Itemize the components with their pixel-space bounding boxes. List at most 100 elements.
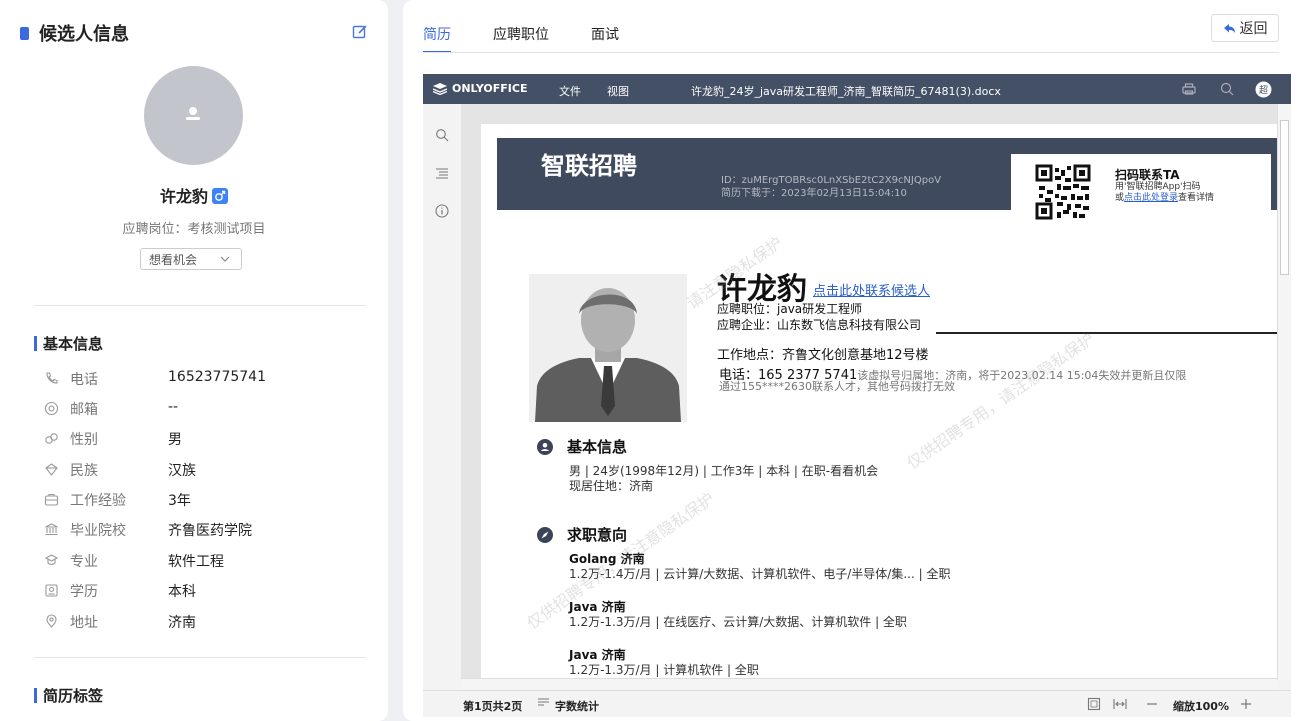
field-value: 3年 — [168, 493, 191, 509]
tab-interview[interactable]: 面试 — [591, 24, 619, 44]
menu-view[interactable]: 视图 — [607, 83, 629, 99]
viewer-sidebar — [423, 104, 461, 694]
search-icon[interactable] — [435, 128, 449, 142]
scan-after: 查看详情 — [1178, 193, 1215, 203]
phone-icon — [46, 372, 58, 384]
zoom-in-icon[interactable] — [1239, 697, 1253, 711]
zoom-out-icon[interactable] — [1145, 697, 1159, 711]
resume-intent-label: 求职意向 — [567, 526, 628, 544]
back-button[interactable]: 返回 — [1211, 14, 1279, 42]
title-marker — [20, 26, 29, 40]
field-ethnicity: 民族 汉族 — [44, 460, 364, 480]
chevron-down-icon — [220, 256, 230, 262]
intent-detail: 1.2万-1.4万/月 | 云计算/大数据、计算机软件、电子/半导体/集... … — [569, 567, 951, 581]
degree-icon — [45, 584, 58, 597]
avatar — [144, 66, 243, 165]
field-address: 地址 济南 — [44, 612, 364, 632]
resume-id: ID：zuMErgTOBRsc0LnXSbE2tC2X9cNJQpoV 简历下载… — [721, 174, 941, 200]
field-major: 专业 软件工程 — [44, 551, 364, 571]
field-gender: 性别 男 — [44, 429, 364, 449]
scan-line1: 用'智联招聘App'扫码 — [1115, 182, 1201, 192]
resume-page: 智联招聘 ID：zuMErgTOBRsc0LnXSbE2tC2X9cNJQpoV… — [481, 124, 1277, 680]
tab-resume[interactable]: 简历 — [423, 24, 451, 53]
field-label: 地址 — [70, 615, 98, 631]
field-experience: 工作经验 3年 — [44, 490, 364, 510]
field-value: 济南 — [168, 615, 196, 631]
user-icon — [186, 107, 200, 120]
viewer-status-bar: 第1页共2页 字数统计 缩放100% — [423, 690, 1291, 717]
divider — [34, 305, 366, 306]
candidate-panel: 候选人信息 许龙豹 应聘岗位：考核测试项目 想看机会 基本信息 电话 16523… — [0, 0, 388, 721]
briefcase-icon — [44, 493, 59, 506]
zhaopin-logo: 智联招聘 — [541, 152, 637, 180]
resume-intent-title: 求职意向 — [537, 524, 627, 545]
field-school: 毕业院校 齐鲁医药学院 — [44, 520, 364, 540]
field-degree: 学历 本科 — [44, 581, 364, 601]
section-marker — [34, 688, 37, 703]
section-marker — [34, 336, 37, 351]
panel-title: 候选人信息 — [39, 24, 129, 45]
scan-contact-sub: 用'智联招聘App'扫码 或点击此处登录查看详情 — [1115, 182, 1214, 204]
fit-page-icon[interactable] — [1087, 697, 1101, 711]
viewer-toolbar: ONLYOFFICE 文件 视图 许龙豹_24岁_java研发工程师_济南_智联… — [423, 74, 1291, 104]
scan-login-link[interactable]: 点击此处登录 — [1124, 193, 1178, 203]
field-label: 毕业院校 — [70, 523, 126, 539]
qr-code-icon — [1035, 164, 1091, 220]
ethnicity-icon — [45, 463, 58, 476]
scan-or: 或 — [1115, 193, 1125, 203]
candidate-name: 许龙豹 — [159, 187, 208, 206]
field-label: 民族 — [70, 463, 98, 479]
fit-width-icon[interactable] — [1113, 697, 1127, 711]
field-email: 邮箱 -- — [44, 399, 364, 419]
field-value: 齐鲁医药学院 — [168, 523, 252, 539]
document-canvas[interactable]: 智联招聘 ID：zuMErgTOBRsc0LnXSbE2tC2X9cNJQpoV… — [461, 104, 1277, 680]
field-label: 电话 — [70, 372, 98, 388]
resume-basic-line2: 现居住地：济南 — [569, 479, 654, 493]
word-count-icon[interactable] — [537, 697, 550, 710]
divider — [34, 657, 366, 658]
field-value: -- — [168, 399, 179, 415]
gender-icon — [45, 433, 58, 444]
edit-icon[interactable] — [352, 24, 368, 40]
scan-contact-title: 扫码联系TA — [1115, 168, 1180, 182]
document-filename: 许龙豹_24岁_java研发工程师_济南_智联简历_67481(3).docx — [691, 85, 1001, 98]
field-label: 学历 — [70, 584, 98, 600]
watermark: 仅供招聘专用，请注意隐私保护 — [903, 328, 1098, 473]
field-label: 性别 — [70, 432, 98, 448]
resume-basic-title: 基本信息 — [537, 436, 627, 457]
tab-bar: 简历 应聘职位 面试 — [423, 24, 661, 53]
candidate-name-row: 许龙豹 — [0, 183, 388, 207]
field-value: 软件工程 — [168, 554, 224, 570]
viewer-brand-name: ONLYOFFICE — [452, 82, 528, 95]
scrollbar-thumb[interactable] — [1280, 120, 1289, 275]
contact-candidate-link[interactable]: 点击此处联系候选人 — [813, 280, 930, 299]
field-value: 16523775741 — [168, 369, 266, 385]
document-viewer: ONLYOFFICE 文件 视图 许龙豹_24岁_java研发工程师_济南_智联… — [423, 74, 1291, 717]
person-silhouette-icon — [535, 288, 681, 422]
user-badge-icon[interactable]: 超 — [1255, 81, 1272, 98]
svg-text:超: 超 — [1259, 84, 1268, 96]
navigation-icon[interactable] — [435, 166, 449, 180]
back-label: 返回 — [1239, 21, 1268, 37]
resume-tags-title: 简历标签 — [34, 685, 103, 706]
onlyoffice-logo-icon — [433, 82, 447, 95]
resume-job: 应聘职位：java研发工程师 — [717, 302, 863, 316]
word-count[interactable]: 字数统计 — [555, 698, 599, 714]
info-icon[interactable] — [435, 204, 449, 218]
status-value: 想看机会 — [149, 252, 198, 267]
menu-file[interactable]: 文件 — [559, 83, 581, 99]
basic-info-title: 基本信息 — [34, 333, 103, 354]
resume-basic-label: 基本信息 — [567, 438, 628, 456]
page-info: 第1页共2页 — [463, 700, 523, 713]
resume-panel: 简历 应聘职位 面试 返回 ONLYOFFICE 文件 视图 许龙豹_24岁_j… — [403, 0, 1301, 721]
major-icon — [44, 554, 59, 566]
status-select[interactable]: 想看机会 — [140, 248, 242, 270]
tab-applied-jobs[interactable]: 应聘职位 — [493, 24, 549, 44]
print-icon[interactable] — [1181, 81, 1197, 97]
resume-rule — [936, 332, 1277, 334]
horizontal-scrollbar[interactable] — [461, 678, 1277, 689]
field-label: 专业 — [70, 554, 98, 570]
search-icon[interactable] — [1219, 81, 1235, 97]
resume-id-line: ID：zuMErgTOBRsc0LnXSbE2tC2X9cNJQpoV — [721, 175, 942, 186]
vertical-scrollbar[interactable] — [1277, 104, 1291, 680]
